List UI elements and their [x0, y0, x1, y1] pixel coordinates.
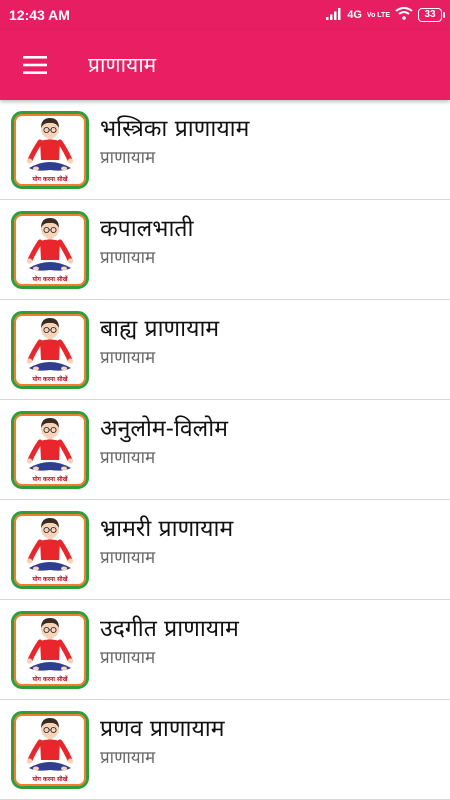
status-time: 12:43 AM: [9, 7, 70, 23]
status-bar: 12:43 AM 4G Vo LTE 33: [0, 0, 450, 30]
list-item-texts: कपालभाती प्राणायाम: [100, 214, 193, 271]
page-title: प्राणायाम: [88, 53, 157, 77]
thumbnail-caption: योग करना सीखें: [32, 376, 68, 383]
list-item-subtitle: प्राणायाम: [100, 148, 156, 168]
exercise-list: योग करना सीखें भस्त्रिका प्राणायाम प्राण…: [0, 100, 450, 800]
thumbnail-caption: योग करना सीखें: [32, 676, 68, 683]
volte-indicator: Vo LTE: [366, 11, 390, 19]
list-item-subtitle: प्राणायाम: [100, 348, 156, 368]
list-item-2[interactable]: योग करना सीखें कपालभाती प्राणायाम: [0, 200, 450, 300]
list-item-texts: भ्रामरी प्राणायाम प्राणायाम: [100, 514, 233, 571]
wifi-icon: [395, 7, 413, 23]
list-item-4[interactable]: योग करना सीखें अनुलोम-विलोम प्राणायाम: [0, 400, 450, 500]
list-item-subtitle: प्राणायाम: [100, 248, 156, 268]
yoga-pose-thumbnail: योग करना सीखें: [11, 511, 89, 589]
list-item-texts: बाह्य प्राणायाम प्राणायाम: [100, 314, 219, 371]
signal-icon: [326, 7, 342, 23]
list-item-title: बाह्य प्राणायाम: [100, 316, 220, 342]
list-item-title: भस्त्रिका प्राणायाम: [100, 116, 250, 142]
list-item-texts: उदगीत प्राणायाम प्राणायाम: [100, 614, 239, 671]
list-item-title: अनुलोम-विलोम: [100, 416, 228, 442]
list-item-title: उदगीत प्राणायाम: [100, 616, 239, 642]
list-item-texts: भस्त्रिका प्राणायाम प्राणायाम: [100, 114, 249, 171]
thumbnail-caption: योग करना सीखें: [32, 576, 68, 583]
list-item-texts: अनुलोम-विलोम प्राणायाम: [100, 414, 228, 471]
list-item-title: प्रणव प्राणायाम: [100, 716, 225, 742]
hamburger-menu-icon[interactable]: [0, 30, 70, 100]
list-item-title: भ्रामरी प्राणायाम: [100, 516, 234, 542]
list-item-3[interactable]: योग करना सीखें बाह्य प्राणायाम प्राणायाम: [0, 300, 450, 400]
yoga-pose-thumbnail: योग करना सीखें: [11, 111, 89, 189]
list-item-5[interactable]: योग करना सीखें भ्रामरी प्राणायाम प्राणाय…: [0, 500, 450, 600]
list-item-subtitle: प्राणायाम: [100, 748, 156, 768]
thumbnail-caption: योग करना सीखें: [32, 776, 68, 783]
yoga-pose-thumbnail: योग करना सीखें: [11, 311, 89, 389]
list-item-7[interactable]: योग करना सीखें प्रणव प्राणायाम प्राणायाम: [0, 700, 450, 800]
yoga-pose-thumbnail: योग करना सीखें: [11, 711, 89, 789]
thumbnail-caption: योग करना सीखें: [32, 476, 68, 483]
list-item-title: कपालभाती: [100, 216, 194, 242]
list-item-1[interactable]: योग करना सीखें भस्त्रिका प्राणायाम प्राण…: [0, 100, 450, 200]
battery-icon: 33: [418, 8, 445, 22]
thumbnail-caption: योग करना सीखें: [32, 176, 68, 183]
list-item-subtitle: प्राणायाम: [100, 648, 156, 668]
app-bar: प्राणायाम: [0, 30, 450, 100]
status-icons: 4G Vo LTE 33: [326, 7, 445, 23]
yoga-pose-thumbnail: योग करना सीखें: [11, 211, 89, 289]
list-item-subtitle: प्राणायाम: [100, 448, 156, 468]
list-item-texts: प्रणव प्राणायाम प्राणायाम: [100, 714, 225, 771]
list-item-subtitle: प्राणायाम: [100, 548, 156, 568]
network-type: 4G: [347, 9, 362, 21]
yoga-pose-thumbnail: योग करना सीखें: [11, 411, 89, 489]
thumbnail-caption: योग करना सीखें: [32, 276, 68, 283]
yoga-pose-thumbnail: योग करना सीखें: [11, 611, 89, 689]
list-item-6[interactable]: योग करना सीखें उदगीत प्राणायाम प्राणायाम: [0, 600, 450, 700]
